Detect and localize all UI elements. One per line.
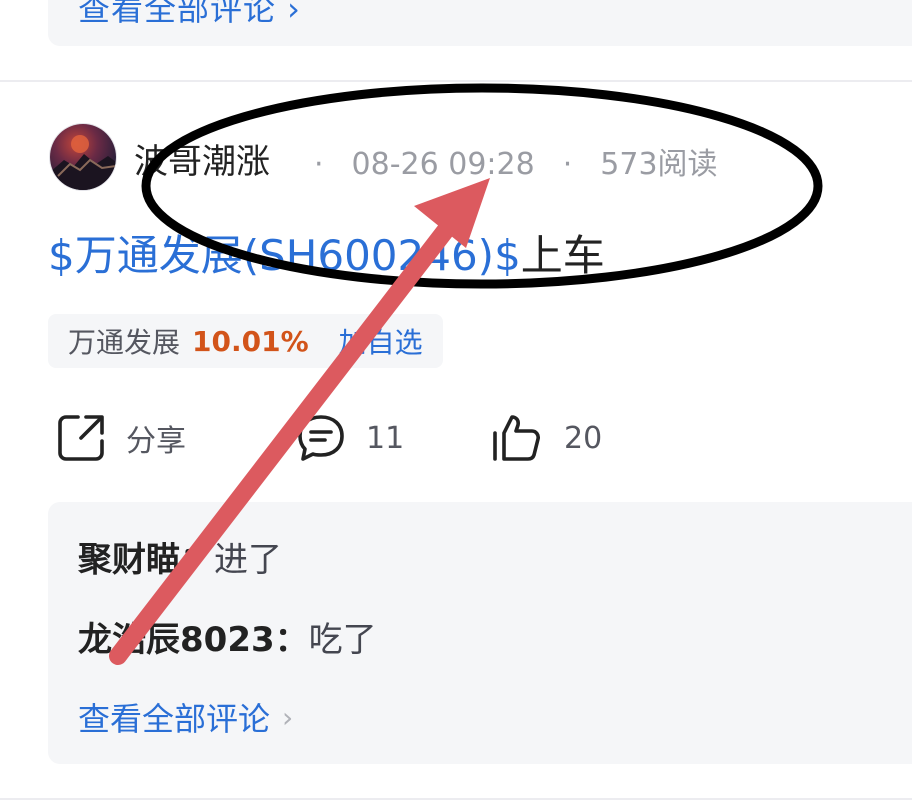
post-body: $万通发展(SH600246)$上车 — [48, 222, 605, 283]
comment-button[interactable]: 11 — [294, 410, 404, 466]
add-watchlist-button[interactable]: 加自选 — [339, 321, 423, 361]
comment-author[interactable]: 聚财瞄： — [78, 540, 214, 580]
stock-chip[interactable]: 万通发展 10.01% 加自选 — [48, 314, 443, 368]
comment-icon — [298, 415, 344, 461]
previous-view-all-comments-link[interactable]: 查看全部评论 › — [78, 0, 301, 30]
stock-chip-name: 万通发展 — [68, 326, 181, 359]
view-all-comments-label: 查看全部评论 — [78, 700, 271, 738]
author-name[interactable]: 波哥潮涨 — [134, 134, 270, 183]
comment-text: 进了 — [214, 540, 282, 580]
comment-author[interactable]: 龙浩辰8023： — [78, 620, 309, 660]
comment-text: 吃了 — [308, 620, 377, 660]
post-divider-top — [0, 80, 912, 82]
thumbs-up-icon — [493, 415, 540, 461]
avatar-image — [50, 135, 116, 190]
share-label: 分享 — [126, 424, 186, 459]
comment-count: 11 — [366, 420, 405, 456]
comments-preview-box: 聚财瞄：进了 龙浩辰8023：吃了 查看全部评论 › — [48, 502, 912, 764]
share-button[interactable]: 分享 — [54, 410, 186, 466]
comment-item[interactable]: 龙浩辰8023：吃了 — [78, 612, 377, 661]
read-count: 573阅读 — [600, 147, 718, 182]
share-icon — [58, 415, 104, 461]
chevron-right-icon: › — [282, 700, 294, 734]
post-timestamp: 08-26 09:28 — [351, 147, 535, 182]
stock-mention-link[interactable]: $万通发展(SH600246)$ — [48, 231, 521, 280]
post-text-suffix: 上车 — [520, 231, 605, 280]
post-divider-bottom — [0, 798, 912, 800]
like-count: 20 — [564, 420, 603, 456]
screenshot-page: 查看全部评论 › 波哥潮涨 · 08-26 09:28 · 573阅读 $万通发展(S… — [0, 0, 912, 812]
view-all-comments-link[interactable]: 查看全部评论 › — [78, 694, 293, 740]
like-button[interactable]: 20 — [490, 410, 602, 466]
meta-separator-1: · — [314, 147, 324, 182]
post-meta: · 08-26 09:28 · 573阅读 — [314, 139, 718, 183]
comment-item[interactable]: 聚财瞄：进了 — [78, 532, 282, 581]
previous-comments-box: 查看全部评论 › — [48, 0, 912, 46]
stock-chip-change: 10.01% — [192, 324, 309, 358]
meta-separator-2: · — [562, 147, 573, 182]
author-avatar[interactable] — [50, 124, 116, 190]
